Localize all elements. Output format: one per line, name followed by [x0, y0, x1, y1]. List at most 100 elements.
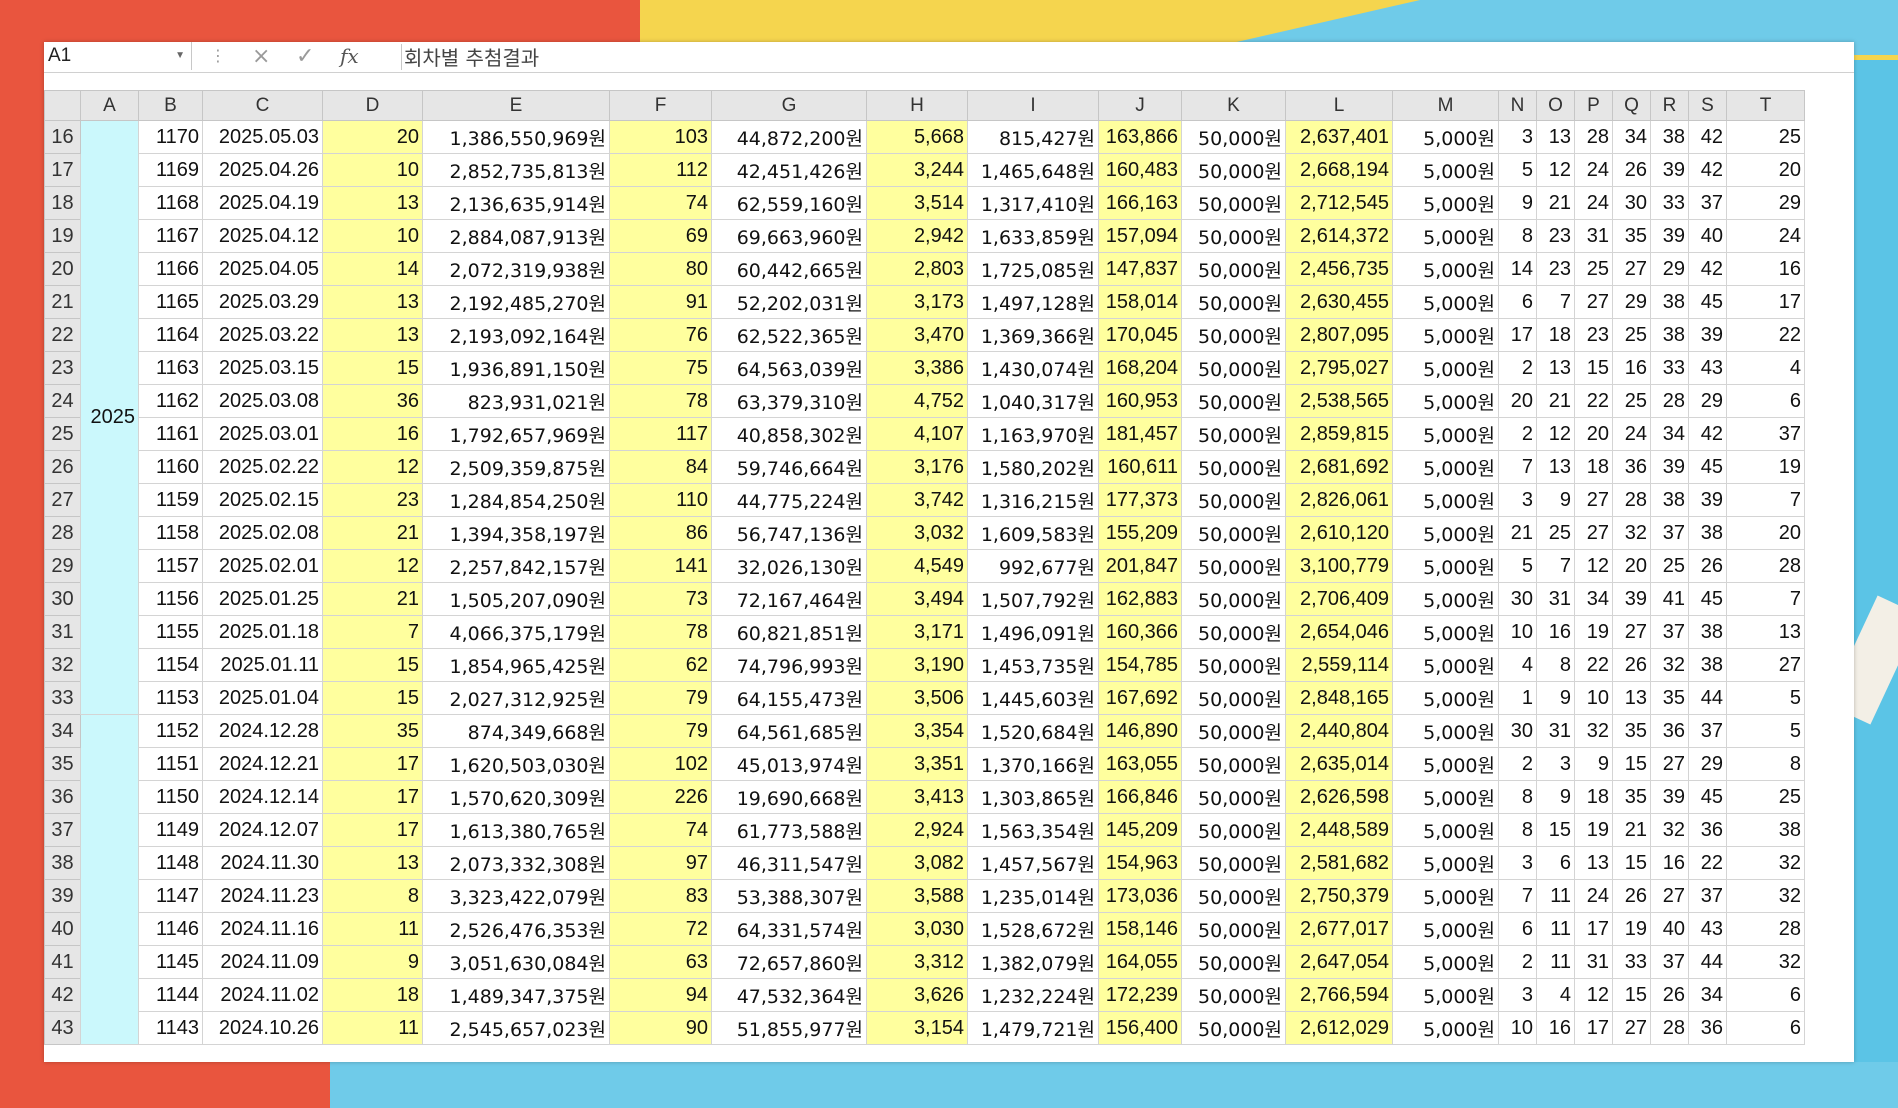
cell-m[interactable]: 5,000원	[1392, 351, 1499, 385]
cell-number[interactable]: 27	[1612, 252, 1651, 286]
cell-b[interactable]: 1164	[138, 318, 203, 352]
cell-number[interactable]: 31	[1536, 582, 1575, 616]
cell-g[interactable]: 32,026,130원	[711, 549, 867, 583]
cell-number[interactable]: 27	[1574, 516, 1613, 550]
cell-c[interactable]: 2025.03.22	[202, 318, 323, 352]
cell-number[interactable]: 29	[1612, 285, 1651, 319]
column-header-h[interactable]: H	[866, 90, 968, 121]
cell-l[interactable]: 2,807,095	[1285, 318, 1393, 352]
cell-l[interactable]: 2,668,194	[1285, 153, 1393, 187]
cell-b[interactable]: 1155	[138, 615, 203, 649]
cell-l[interactable]: 2,654,046	[1285, 615, 1393, 649]
cell-number[interactable]: 37	[1688, 879, 1727, 913]
cell-g[interactable]: 46,311,547원	[711, 846, 867, 880]
cell-k[interactable]: 50,000원	[1181, 384, 1286, 418]
cell-d[interactable]: 20	[322, 120, 423, 154]
row-header[interactable]: 33	[44, 681, 81, 715]
cell-number[interactable]: 35	[1612, 219, 1651, 253]
cell-g[interactable]: 44,775,224원	[711, 483, 867, 517]
cell-number[interactable]: 4	[1726, 351, 1805, 385]
cell-i[interactable]: 1,496,091원	[967, 615, 1099, 649]
cell-b[interactable]: 1158	[138, 516, 203, 550]
cell-j[interactable]: 154,785	[1098, 648, 1182, 682]
cell-h[interactable]: 3,190	[866, 648, 968, 682]
cell-number[interactable]: 22	[1574, 648, 1613, 682]
cell-number[interactable]: 37	[1726, 417, 1805, 451]
cell-number[interactable]: 6	[1498, 285, 1537, 319]
row-header[interactable]: 36	[44, 780, 81, 814]
cell-number[interactable]: 29	[1650, 252, 1689, 286]
cell-b[interactable]: 1157	[138, 549, 203, 583]
cell-b[interactable]: 1162	[138, 384, 203, 418]
column-header-r[interactable]: R	[1650, 90, 1689, 121]
cell-l[interactable]: 2,637,401	[1285, 120, 1393, 154]
cell-f[interactable]: 86	[609, 516, 712, 550]
cell-d[interactable]: 17	[322, 780, 423, 814]
cell-g[interactable]: 62,559,160원	[711, 186, 867, 220]
cell-j[interactable]: 170,045	[1098, 318, 1182, 352]
cell-f[interactable]: 226	[609, 780, 712, 814]
cell-number[interactable]: 36	[1612, 450, 1651, 484]
cell-number[interactable]: 30	[1498, 582, 1537, 616]
cell-number[interactable]: 12	[1536, 417, 1575, 451]
cell-number[interactable]: 44	[1688, 681, 1727, 715]
cell-m[interactable]: 5,000원	[1392, 714, 1499, 748]
cell-number[interactable]: 39	[1688, 318, 1727, 352]
cell-number[interactable]: 27	[1726, 648, 1805, 682]
cell-number[interactable]: 38	[1650, 483, 1689, 517]
cell-f[interactable]: 73	[609, 582, 712, 616]
cell-e[interactable]: 874,349,668원	[422, 714, 610, 748]
cell-number[interactable]: 20	[1498, 384, 1537, 418]
row-header[interactable]: 28	[44, 516, 81, 550]
cell-m[interactable]: 5,000원	[1392, 549, 1499, 583]
cell-l[interactable]: 2,635,014	[1285, 747, 1393, 781]
cell-number[interactable]: 28	[1650, 1011, 1689, 1045]
cell-j[interactable]: 160,366	[1098, 615, 1182, 649]
cell-j[interactable]: 181,457	[1098, 417, 1182, 451]
cell-d[interactable]: 7	[322, 615, 423, 649]
cell-c[interactable]: 2024.11.23	[202, 879, 323, 913]
cell-h[interactable]: 2,803	[866, 252, 968, 286]
cell-j[interactable]: 160,953	[1098, 384, 1182, 418]
cell-h[interactable]: 3,386	[866, 351, 968, 385]
cell-b[interactable]: 1159	[138, 483, 203, 517]
cell-e[interactable]: 2,257,842,157원	[422, 549, 610, 583]
cell-m[interactable]: 5,000원	[1392, 681, 1499, 715]
cell-h[interactable]: 4,549	[866, 549, 968, 583]
cell-g[interactable]: 53,388,307원	[711, 879, 867, 913]
cell-d[interactable]: 16	[322, 417, 423, 451]
cell-j[interactable]: 157,094	[1098, 219, 1182, 253]
cell-l[interactable]: 2,626,598	[1285, 780, 1393, 814]
cell-number[interactable]: 21	[1498, 516, 1537, 550]
cell-b[interactable]: 1146	[138, 912, 203, 946]
cell-m[interactable]: 5,000원	[1392, 945, 1499, 979]
cell-number[interactable]: 24	[1612, 417, 1651, 451]
cell-d[interactable]: 14	[322, 252, 423, 286]
cell-number[interactable]: 19	[1726, 450, 1805, 484]
cell-number[interactable]: 22	[1726, 318, 1805, 352]
cell-k[interactable]: 50,000원	[1181, 318, 1286, 352]
cell-h[interactable]: 3,312	[866, 945, 968, 979]
cell-g[interactable]: 47,532,364원	[711, 978, 867, 1012]
cell-h[interactable]: 2,942	[866, 219, 968, 253]
cell-i[interactable]: 1,453,735원	[967, 648, 1099, 682]
row-header[interactable]: 37	[44, 813, 81, 847]
cell-number[interactable]: 33	[1650, 351, 1689, 385]
cell-number[interactable]: 35	[1612, 714, 1651, 748]
cell-number[interactable]: 5	[1726, 714, 1805, 748]
cell-g[interactable]: 63,379,310원	[711, 384, 867, 418]
cell-b[interactable]: 1148	[138, 846, 203, 880]
cell-m[interactable]: 5,000원	[1392, 120, 1499, 154]
cell-d[interactable]: 21	[322, 516, 423, 550]
cell-h[interactable]: 3,742	[866, 483, 968, 517]
cell-number[interactable]: 8	[1536, 648, 1575, 682]
cell-b[interactable]: 1166	[138, 252, 203, 286]
cell-l[interactable]: 2,677,017	[1285, 912, 1393, 946]
row-header[interactable]: 24	[44, 384, 81, 418]
cell-i[interactable]: 1,457,567원	[967, 846, 1099, 880]
cell-l[interactable]: 2,630,455	[1285, 285, 1393, 319]
cell-number[interactable]: 41	[1650, 582, 1689, 616]
cell-e[interactable]: 2,027,312,925원	[422, 681, 610, 715]
cell-j[interactable]: 158,014	[1098, 285, 1182, 319]
cell-i[interactable]: 992,677원	[967, 549, 1099, 583]
